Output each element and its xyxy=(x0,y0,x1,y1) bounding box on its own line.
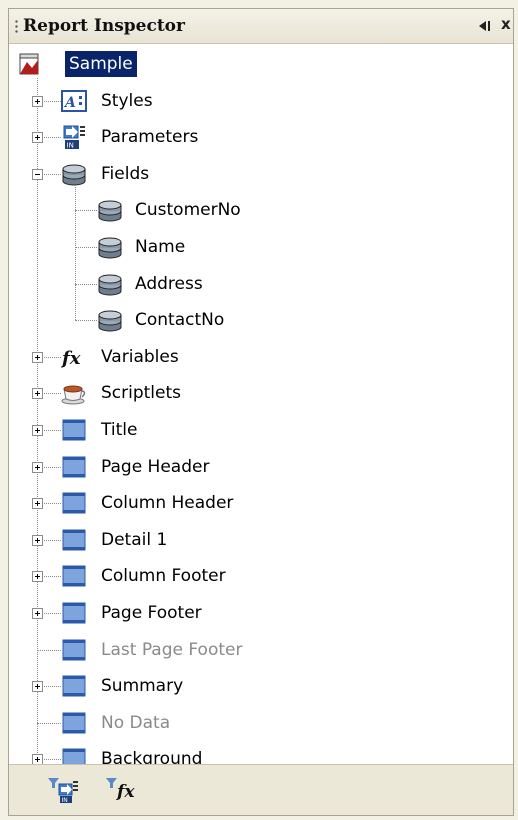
tree-connector-line xyxy=(75,320,97,322)
tree-node-label: Column Header xyxy=(101,493,234,514)
tree-child-node[interactable]: CustomerNo xyxy=(9,193,509,227)
tree-child-node[interactable]: ContactNo xyxy=(9,303,509,337)
pin-icon[interactable] xyxy=(477,18,493,34)
bottom-toolbar: IN fx xyxy=(9,764,513,815)
expand-icon[interactable] xyxy=(32,608,43,619)
expand-icon[interactable] xyxy=(32,571,43,583)
database-icon xyxy=(97,307,123,333)
band-icon xyxy=(61,417,87,443)
coffee-cup-icon xyxy=(61,380,87,406)
svg-text:A: A xyxy=(63,95,76,111)
expand-icon[interactable] xyxy=(32,351,43,363)
tree-child-node[interactable]: Name xyxy=(9,230,509,264)
tree-node[interactable]: A Styles xyxy=(9,84,509,118)
band-icon xyxy=(61,527,87,553)
add-variable-icon: fx xyxy=(106,778,135,802)
tree-node[interactable]: Page Header xyxy=(9,450,509,484)
database-icon xyxy=(97,197,123,223)
expand-icon[interactable] xyxy=(32,681,43,693)
tree-node-label: Parameters xyxy=(101,127,199,148)
expand-icon[interactable] xyxy=(32,534,43,546)
styles-icon: A xyxy=(61,88,87,114)
svg-text:IN: IN xyxy=(62,797,68,804)
tree-connector-line xyxy=(37,649,61,651)
tree-child-node[interactable]: Address xyxy=(9,267,509,301)
tree-node-label: Scriptlets xyxy=(101,383,182,404)
tree-node-label: Detail 1 xyxy=(101,529,168,550)
database-icon xyxy=(97,271,123,297)
tree-root-node[interactable]: Sample xyxy=(9,47,509,81)
tree-node[interactable]: Title xyxy=(9,413,509,447)
tree-node[interactable]: Column Footer xyxy=(9,559,509,593)
panel-title: Report Inspector xyxy=(23,16,185,36)
tree-node[interactable]: fx Variables xyxy=(9,340,509,374)
tree-node[interactable]: Column Header xyxy=(9,486,509,520)
report-inspector-panel: Report Inspector x Sample A Styles IN Parame… xyxy=(8,8,514,816)
drag-grip-icon[interactable] xyxy=(15,19,18,35)
tree-connector-line xyxy=(75,283,97,285)
svg-text:IN: IN xyxy=(67,142,74,150)
expand-icon[interactable] xyxy=(32,388,43,400)
band-icon xyxy=(61,637,87,663)
tree-node-label: Last Page Footer xyxy=(101,639,243,660)
svg-text:fx: fx xyxy=(116,782,135,802)
tree-connector-line xyxy=(75,247,97,248)
parameters-icon: IN xyxy=(61,124,87,150)
tree-node[interactable]: Last Page Footer xyxy=(9,633,509,667)
tree-node-label: CustomerNo xyxy=(135,200,241,221)
svg-text:fx: fx xyxy=(61,348,81,369)
tree-node-label: ContactNo xyxy=(135,310,225,331)
report-icon xyxy=(17,51,43,77)
tree-node-label: Name xyxy=(135,237,186,257)
tree-node-label: Variables xyxy=(101,346,179,367)
tree-node-label: Address xyxy=(135,273,203,294)
band-icon xyxy=(61,600,87,626)
database-icon xyxy=(97,234,123,260)
expand-icon[interactable] xyxy=(32,425,43,436)
add-parameter-button[interactable]: IN xyxy=(47,775,81,805)
expand-icon[interactable] xyxy=(32,461,43,473)
band-icon xyxy=(61,710,87,736)
tree-node-label: Styles xyxy=(101,90,153,111)
tree-node-label: Fields xyxy=(101,163,150,184)
function-icon: fx xyxy=(60,344,87,370)
expand-icon[interactable] xyxy=(32,498,43,510)
tree-connector-line xyxy=(37,722,61,724)
band-icon xyxy=(61,490,87,516)
expand-icon[interactable] xyxy=(32,132,43,144)
tree-node-label: Page Footer xyxy=(101,603,202,623)
tree-node-label: Page Header xyxy=(101,456,210,477)
tree-node-label: Summary xyxy=(101,676,184,697)
tree-node[interactable]: Detail 1 xyxy=(9,523,509,557)
band-icon xyxy=(61,454,87,480)
close-button[interactable]: x xyxy=(501,15,511,33)
tree-node-label: Title xyxy=(101,420,138,440)
tree-node[interactable]: Summary xyxy=(9,669,509,703)
tree-node[interactable]: Fields xyxy=(9,157,509,191)
expand-icon[interactable] xyxy=(32,95,43,107)
tree-connector-line xyxy=(75,210,97,212)
tree-node[interactable]: Page Footer xyxy=(9,596,509,630)
tree-node-label: Column Footer xyxy=(101,566,226,587)
report-tree: Sample A Styles IN Parameters Fields CustomerN… xyxy=(9,47,513,770)
tree-node[interactable]: Scriptlets xyxy=(9,376,509,410)
collapse-icon[interactable] xyxy=(32,168,43,180)
tree-node-label: No Data xyxy=(101,712,171,733)
band-icon xyxy=(61,673,87,699)
add-variable-button[interactable]: fx xyxy=(105,775,139,805)
tree-node[interactable]: No Data xyxy=(9,706,509,740)
tree-node-label: Sample xyxy=(65,51,137,77)
band-icon xyxy=(61,563,87,589)
title-bar: Report Inspector x xyxy=(9,9,513,44)
database-icon xyxy=(61,161,87,187)
tree-node[interactable]: IN Parameters xyxy=(9,120,509,154)
add-parameter-icon: IN xyxy=(48,778,78,804)
